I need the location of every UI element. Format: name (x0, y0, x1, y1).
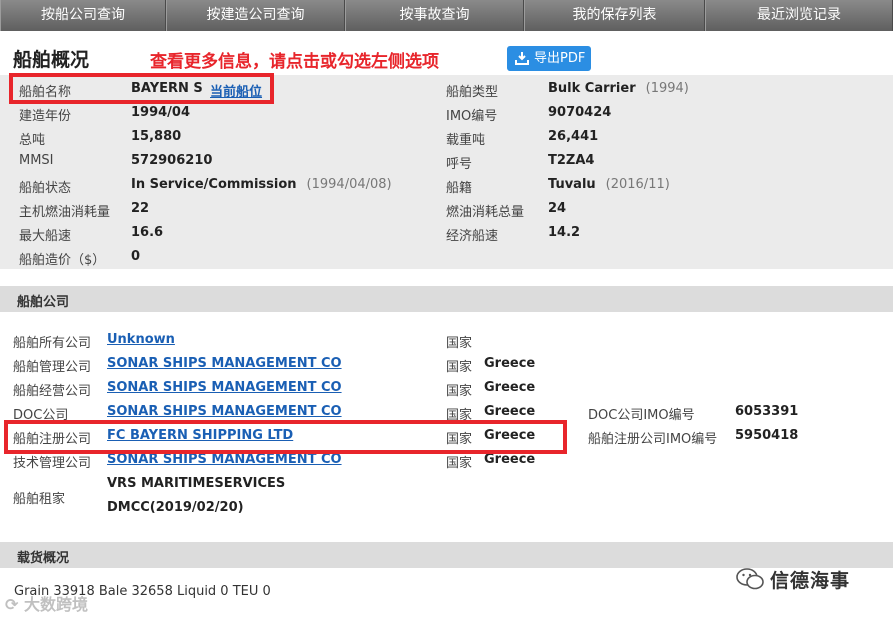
flag-value: Tuvalu (2016/11) (548, 177, 670, 192)
tab-builder-search[interactable]: 按建造公司查询 (166, 0, 345, 31)
tab-ship-company-search[interactable]: 按船公司查询 (0, 0, 166, 31)
max-speed-label: 最大船速 (19, 229, 72, 244)
charterer-value-line2: DMCC(2019/02/20) (107, 500, 244, 515)
manager-country-value: Greece (484, 356, 536, 371)
built-year-value: 1994/04 (131, 105, 191, 120)
flag-label: 船籍 (446, 181, 473, 196)
manager-label: 船舶管理公司 (13, 360, 92, 375)
eco-speed-label: 经济船速 (446, 229, 499, 244)
total-fuel-value: 24 (548, 201, 567, 216)
charterer-label: 船舶租家 (13, 492, 66, 507)
registered-imo-value: 5950418 (735, 428, 799, 443)
download-icon (515, 52, 529, 65)
tech-manager-label: 技术管理公司 (13, 456, 92, 471)
ship-status-date: (1994/04/08) (306, 177, 392, 192)
built-year-label: 建造年份 (19, 109, 72, 124)
total-fuel-label: 燃油消耗总量 (446, 205, 525, 220)
build-price-label: 船舶造价（$） (19, 253, 106, 268)
ship-status-value: In Service/Commission (1994/04/08) (131, 177, 392, 192)
wechat-icon (736, 568, 764, 590)
tab-saved-list[interactable]: 我的保存列表 (524, 0, 705, 31)
dwt-value: 26,441 (548, 129, 599, 144)
mmsi-value: 572906210 (131, 153, 213, 168)
call-sign-label: 呼号 (446, 157, 473, 172)
mmsi-label: MMSI (19, 153, 54, 168)
doc-imo-label: DOC公司IMO编号 (588, 408, 695, 423)
operator-country-label: 国家 (446, 384, 473, 399)
operator-label: 船舶经营公司 (13, 384, 92, 399)
swirl-logo-icon: ⟳ (5, 595, 24, 614)
export-pdf-label: 导出PDF (534, 51, 586, 66)
ship-type-label: 船舶类型 (446, 85, 499, 100)
tab-accident-search[interactable]: 按事故查询 (345, 0, 524, 31)
watermark-bottom-left: ⟳ 大数跨境 (5, 595, 88, 614)
doc-imo-value: 6053391 (735, 404, 799, 419)
imo-label: IMO编号 (446, 109, 498, 124)
imo-value: 9070424 (548, 105, 612, 120)
owner-label: 船舶所有公司 (13, 336, 92, 351)
operator-country-value: Greece (484, 380, 536, 395)
flag-date: (2016/11) (605, 177, 670, 192)
highlight-box-registered-owner (4, 420, 567, 454)
operator-link[interactable]: SONAR SHIPS MANAGEMENT CO (107, 380, 342, 395)
gross-tonnage-label: 总吨 (19, 133, 46, 148)
main-fuel-value: 22 (131, 201, 150, 216)
doc-country-value: Greece (484, 404, 536, 419)
build-price-value: 0 (131, 249, 141, 264)
export-pdf-button[interactable]: 导出PDF (507, 46, 591, 71)
owner-link[interactable]: Unknown (107, 332, 175, 347)
watermark-brand: 信德海事 (736, 566, 886, 592)
tech-manager-link[interactable]: SONAR SHIPS MANAGEMENT CO (107, 452, 342, 467)
charterer-value-line1: VRS MARITIMESERVICES (107, 476, 286, 491)
manager-link[interactable]: SONAR SHIPS MANAGEMENT CO (107, 356, 342, 371)
cargo-section-header: 载货概况 (0, 542, 893, 568)
tech-country-label: 国家 (446, 456, 473, 471)
page-title: 船舶概况 (13, 49, 90, 71)
manager-country-label: 国家 (446, 360, 473, 375)
top-navigation: 按船公司查询 按建造公司查询 按事故查询 我的保存列表 最近浏览记录 (0, 0, 893, 31)
eco-speed-value: 14.2 (548, 225, 581, 240)
owner-country-label: 国家 (446, 336, 473, 351)
tab-recent-history[interactable]: 最近浏览记录 (705, 0, 893, 31)
ship-status-label: 船舶状态 (19, 181, 72, 196)
tech-country-value: Greece (484, 452, 536, 467)
doc-company-link[interactable]: SONAR SHIPS MANAGEMENT CO (107, 404, 342, 419)
dwt-label: 载重吨 (446, 133, 486, 148)
ship-type-value: Bulk Carrier (1994) (548, 81, 689, 96)
highlight-box-ship-name (9, 73, 274, 104)
registered-imo-label: 船舶注册公司IMO编号 (588, 432, 718, 447)
company-section-header: 船舶公司 (0, 286, 893, 312)
call-sign-value: T2ZA4 (548, 153, 595, 168)
hint-text: 查看更多信息，请点击或勾选左侧选项 (150, 52, 439, 72)
main-fuel-label: 主机燃油消耗量 (19, 205, 111, 220)
gross-tonnage-value: 15,880 (131, 129, 182, 144)
ship-type-year: (1994) (645, 81, 689, 96)
max-speed-value: 16.6 (131, 225, 164, 240)
watermark-brand-text: 信德海事 (770, 570, 851, 592)
